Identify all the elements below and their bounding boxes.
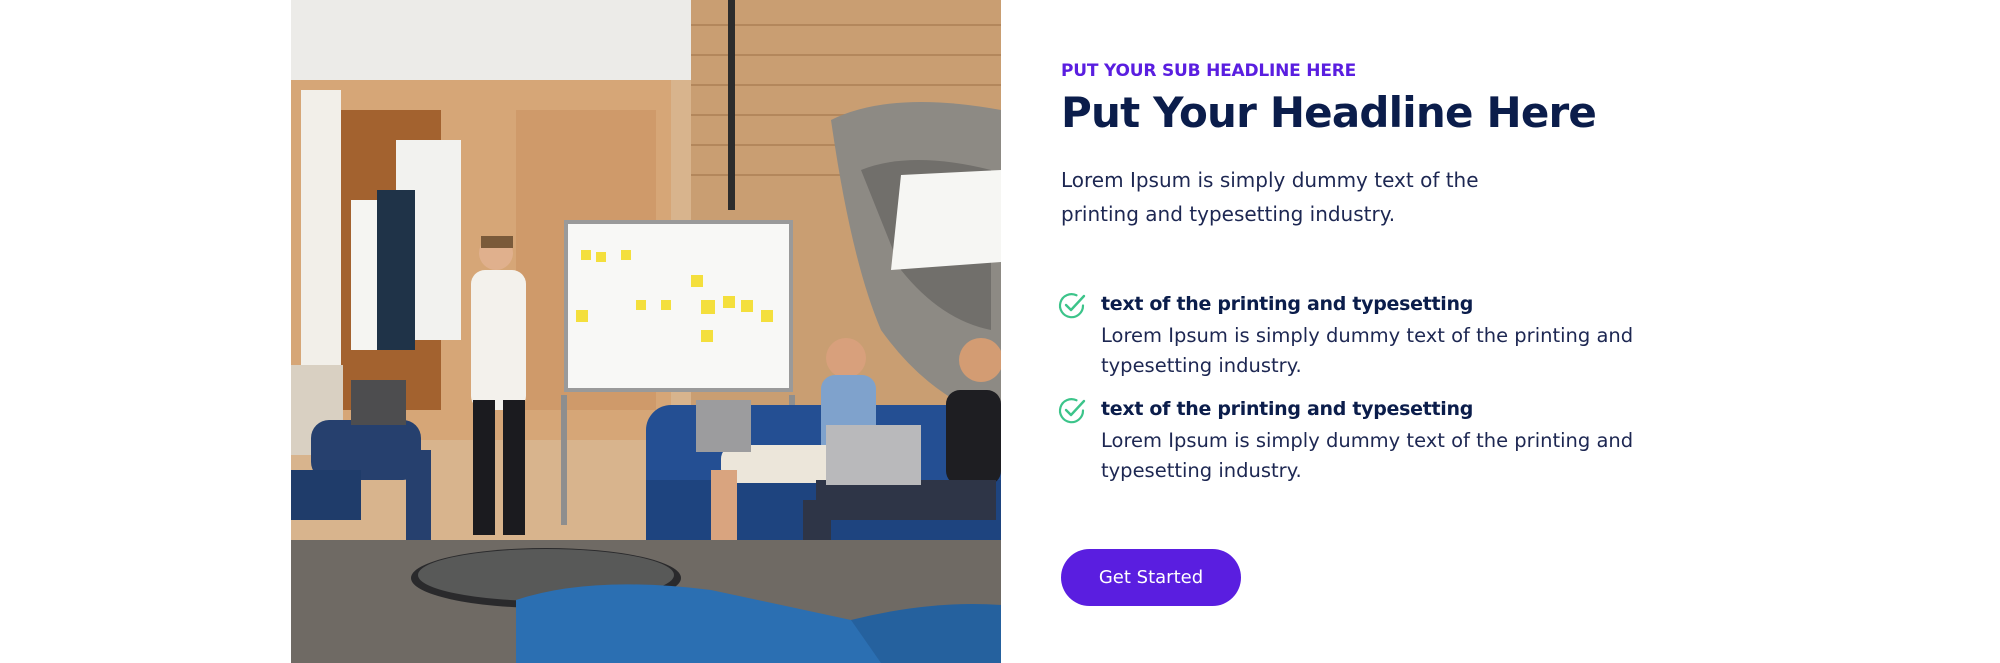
sub-headline: PUT YOUR SUB HEADLINE HERE [1061, 61, 1357, 81]
content-column: PUT YOUR SUB HEADLINE HERE Put Your Head… [1058, 0, 1761, 663]
feature-title: text of the printing and typesetting [1101, 398, 1474, 420]
feature-item: text of the printing and typesetting Lor… [1058, 287, 1681, 392]
check-circle-icon [1057, 396, 1087, 426]
get-started-button[interactable]: Get Started [1061, 549, 1241, 606]
headline: Put Your Headline Here [1061, 88, 1597, 137]
feature-title: text of the printing and typesetting [1101, 293, 1474, 315]
check-circle-icon [1057, 291, 1087, 321]
feature-section: PUT YOUR SUB HEADLINE HERE Put Your Head… [0, 0, 2000, 663]
feature-item: text of the printing and typesetting Lor… [1058, 392, 1681, 497]
team-meeting-photo [291, 0, 1001, 663]
feature-list: text of the printing and typesetting Lor… [1058, 287, 1681, 497]
feature-text: Lorem Ipsum is simply dummy text of the … [1101, 429, 1634, 482]
feature-text: Lorem Ipsum is simply dummy text of the … [1101, 324, 1634, 377]
intro-text: Lorem Ipsum is simply dummy text of the … [1061, 168, 1479, 226]
